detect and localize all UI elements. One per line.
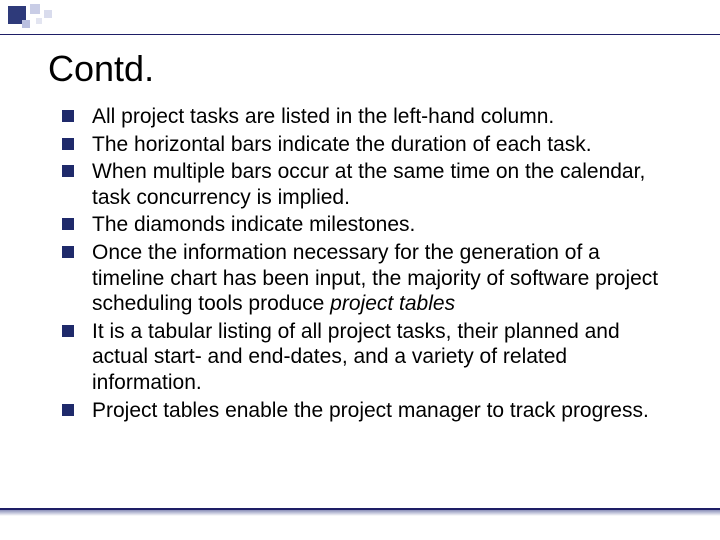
accent-square-icon — [36, 18, 42, 24]
square-bullet-icon — [62, 165, 74, 177]
list-item-text: Project tables enable the project manage… — [92, 398, 672, 424]
accent-square-icon — [22, 20, 30, 28]
square-bullet-icon — [62, 246, 74, 258]
list-item: It is a tabular listing of all project t… — [62, 319, 672, 396]
list-item: When multiple bars occur at the same tim… — [62, 159, 672, 210]
top-bar — [0, 0, 720, 34]
list-item: The horizontal bars indicate the duratio… — [62, 132, 672, 158]
list-item: Once the information necessary for the g… — [62, 240, 672, 317]
list-item: The diamonds indicate milestones. — [62, 212, 672, 238]
top-divider — [0, 34, 720, 35]
bottom-shadow — [0, 510, 720, 516]
bullet-list: All project tasks are listed in the left… — [62, 104, 672, 425]
decorative-squares — [0, 0, 120, 34]
square-bullet-icon — [62, 138, 74, 150]
square-bullet-icon — [62, 325, 74, 337]
list-item-text: The horizontal bars indicate the duratio… — [92, 132, 672, 158]
list-item-text: The diamonds indicate milestones. — [92, 212, 672, 238]
slide: Contd. All project tasks are listed in t… — [0, 0, 720, 540]
square-bullet-icon — [62, 218, 74, 230]
list-item: All project tasks are listed in the left… — [62, 104, 672, 130]
square-bullet-icon — [62, 110, 74, 122]
list-item: Project tables enable the project manage… — [62, 398, 672, 424]
list-item-text: Once the information necessary for the g… — [92, 240, 672, 317]
accent-square-icon — [44, 10, 52, 18]
list-item-text: It is a tabular listing of all project t… — [92, 319, 672, 396]
list-item-text: When multiple bars occur at the same tim… — [92, 159, 672, 210]
slide-title: Contd. — [48, 48, 154, 90]
list-item-text: All project tasks are listed in the left… — [92, 104, 672, 130]
square-bullet-icon — [62, 404, 74, 416]
list-item-text-em: project tables — [330, 292, 455, 315]
accent-square-icon — [30, 4, 40, 14]
